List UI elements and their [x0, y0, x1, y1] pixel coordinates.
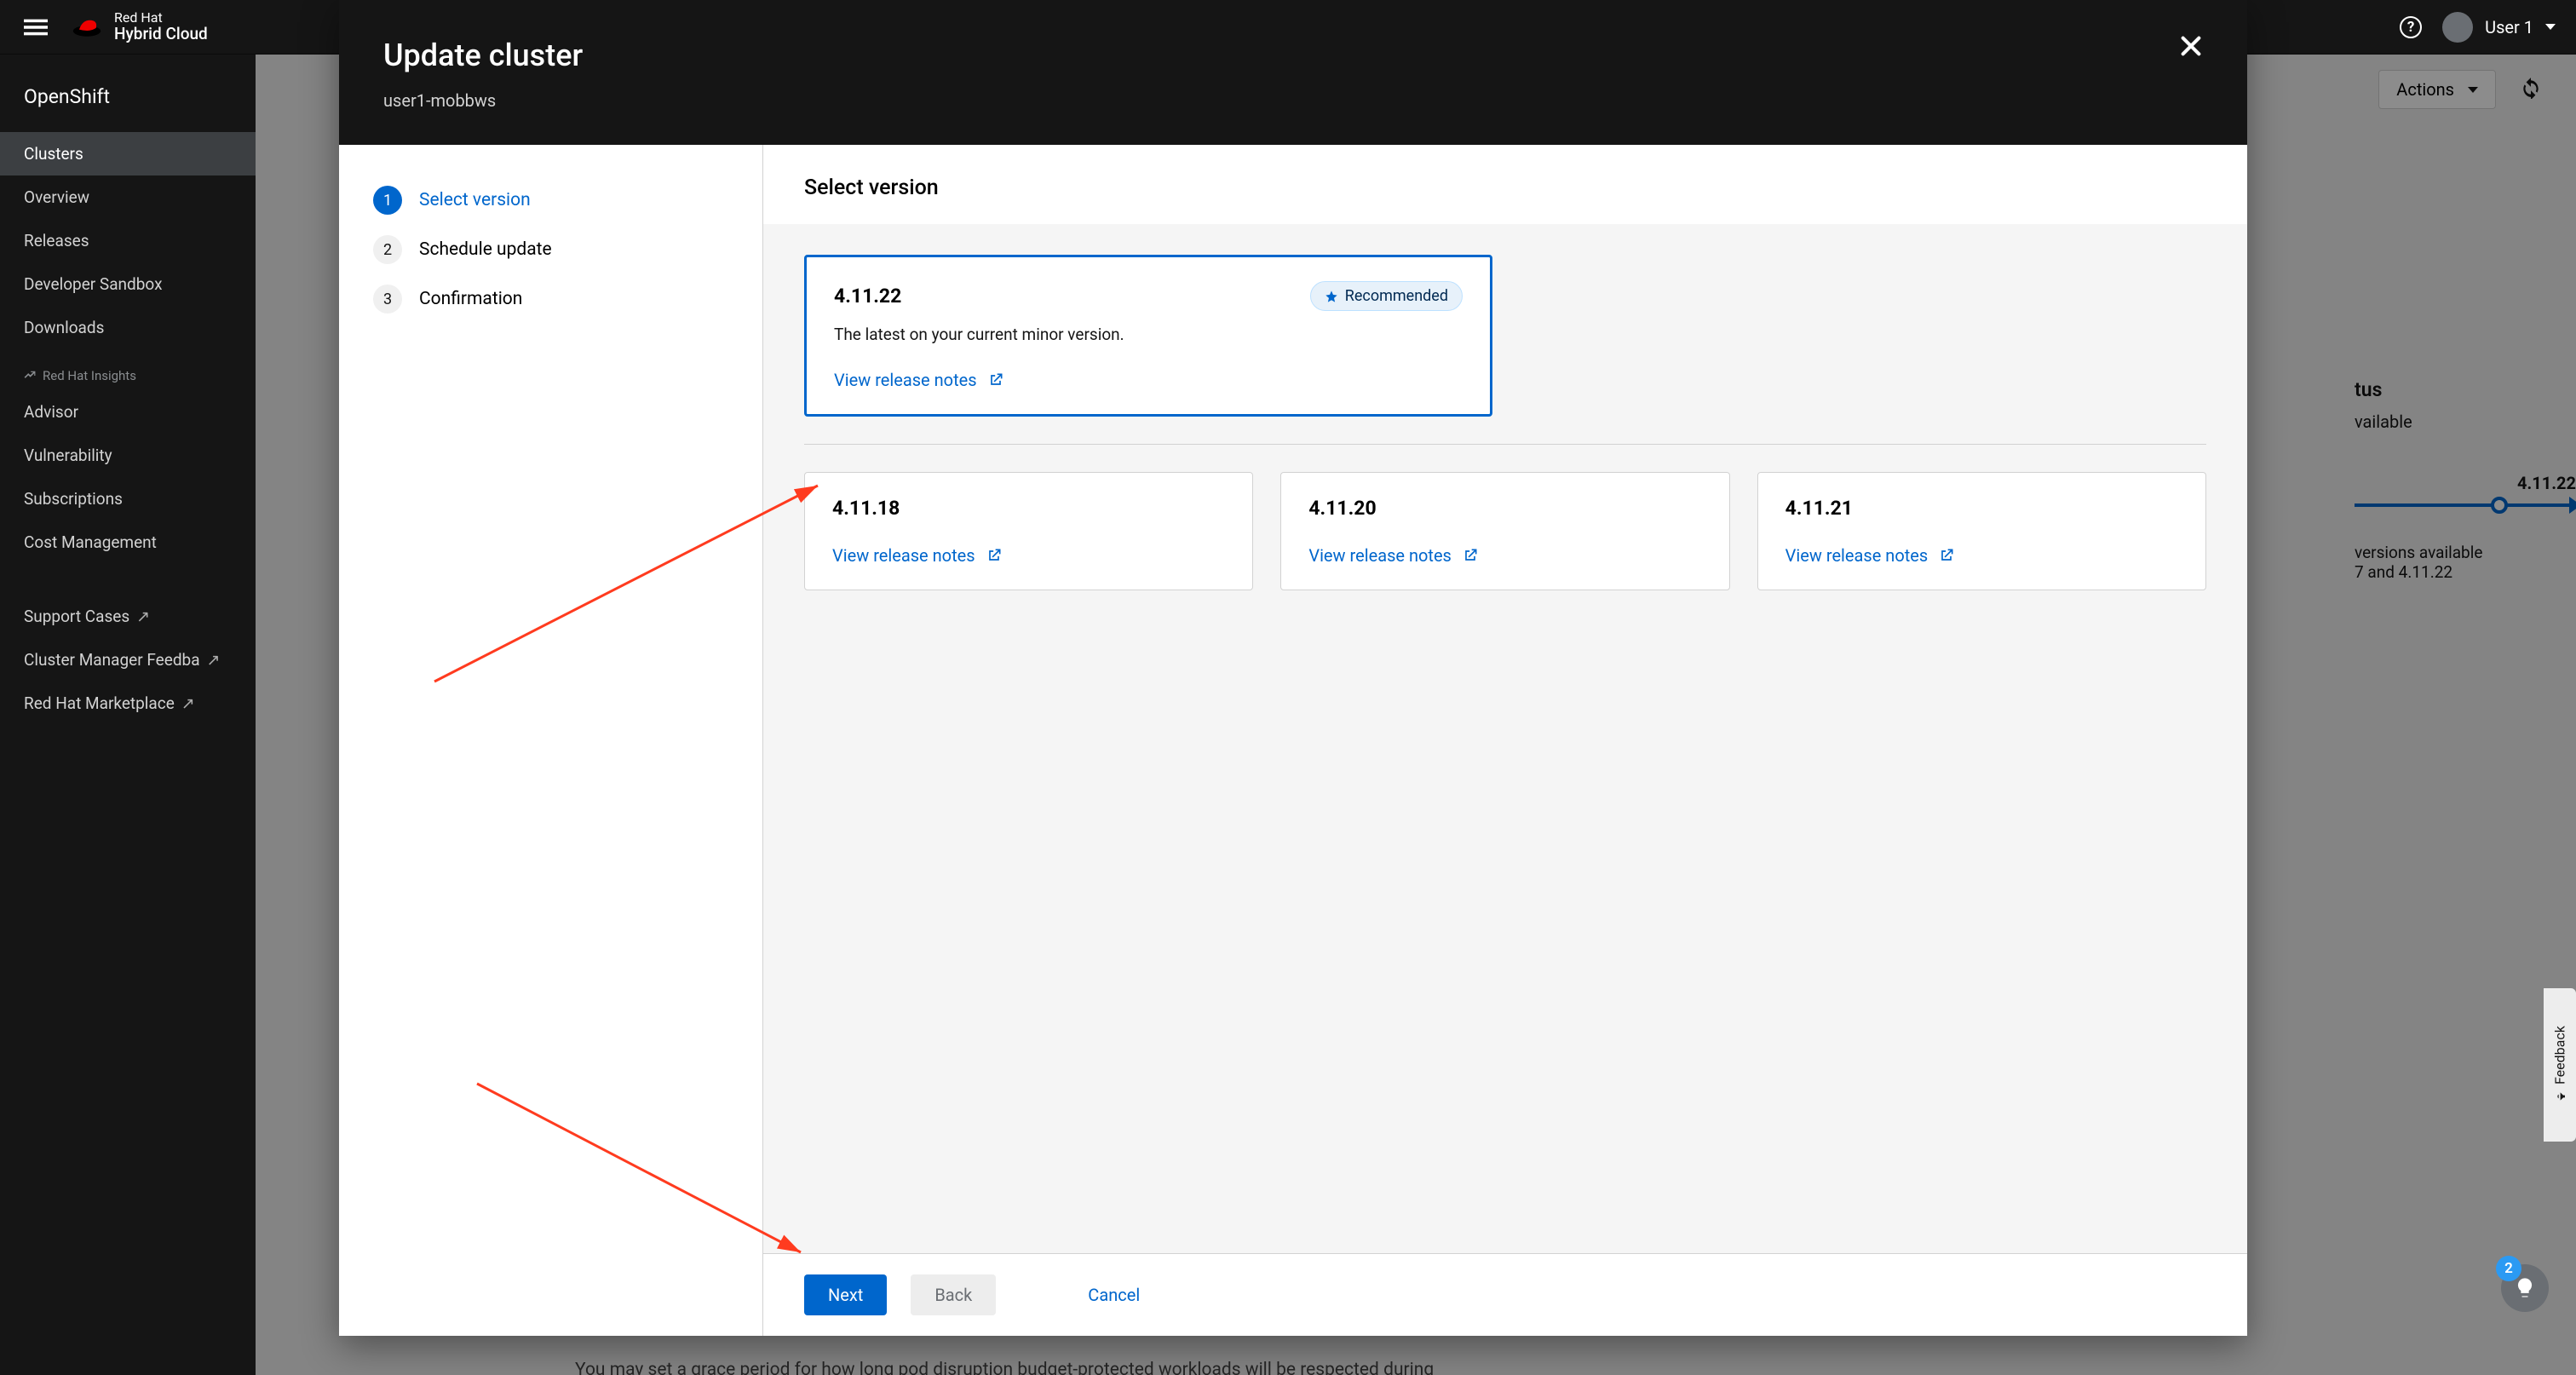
- close-icon: [2179, 34, 2203, 58]
- sidebar-section-insights: Red Hat Insights: [0, 349, 256, 390]
- app-root: Red Hat Hybrid Cloud ? User 1 OpenShift …: [0, 0, 2576, 1375]
- version-number: 4.11.20: [1308, 497, 1701, 520]
- user-menu[interactable]: User 1: [2442, 12, 2556, 43]
- sidebar-item-overview[interactable]: Overview: [0, 175, 256, 219]
- version-desc: The latest on your current minor version…: [834, 325, 1463, 344]
- sidebar-item-cluster-manager-feedback[interactable]: Cluster Manager Feedba↗: [0, 638, 256, 682]
- wizard-step-confirmation[interactable]: 3 Confirmation: [373, 274, 728, 324]
- brand-line2: Hybrid Cloud: [114, 26, 208, 43]
- brand-logo: Red Hat Hybrid Cloud: [72, 10, 208, 43]
- feedback-tab[interactable]: Feedback: [2544, 988, 2576, 1142]
- avatar: [2442, 12, 2473, 43]
- wizard-nav: 1 Select version 2 Schedule update 3 Con…: [339, 145, 763, 1336]
- cancel-button[interactable]: Cancel: [1074, 1274, 1153, 1315]
- external-link-icon: ↗: [181, 693, 195, 713]
- release-notes-link[interactable]: View release notes: [832, 545, 1225, 566]
- sidebar-item-downloads[interactable]: Downloads: [0, 306, 256, 349]
- external-link-icon: [986, 547, 1003, 564]
- wizard-footer: Next Back Cancel: [763, 1253, 2247, 1336]
- wizard-panel-title: Select version: [763, 145, 2247, 224]
- version-card[interactable]: 4.11.21 View release notes: [1757, 472, 2206, 590]
- sidebar: OpenShift Clusters Overview Releases Dev…: [0, 55, 256, 1375]
- sidebar-item-developer-sandbox[interactable]: Developer Sandbox: [0, 262, 256, 306]
- sidebar-item-redhat-marketplace[interactable]: Red Hat Marketplace↗: [0, 682, 256, 725]
- recommended-badge: Recommended: [1310, 281, 1463, 311]
- sidebar-item-releases[interactable]: Releases: [0, 219, 256, 262]
- help-icon[interactable]: ?: [2400, 16, 2422, 38]
- back-button[interactable]: Back: [911, 1274, 996, 1315]
- recommendations-button[interactable]: 2: [2501, 1264, 2549, 1312]
- megaphone-icon: [2553, 1090, 2567, 1103]
- user-name: User 1: [2485, 17, 2533, 37]
- version-number: 4.11.21: [1785, 497, 2178, 520]
- notification-badge: 2: [2496, 1256, 2521, 1281]
- version-card[interactable]: 4.11.18 View release notes: [804, 472, 1253, 590]
- hamburger-menu-button[interactable]: [20, 12, 51, 43]
- sidebar-item-support-cases[interactable]: Support Cases↗: [0, 595, 256, 638]
- next-button[interactable]: Next: [804, 1274, 887, 1315]
- release-notes-link[interactable]: View release notes: [1308, 545, 1701, 566]
- external-link-icon: ↗: [136, 607, 150, 626]
- external-link-icon: ↗: [207, 650, 221, 670]
- wizard-step-schedule-update[interactable]: 2 Schedule update: [373, 225, 728, 274]
- external-link-icon: [1938, 547, 1955, 564]
- sidebar-item-clusters[interactable]: Clusters: [0, 132, 256, 175]
- lightbulb-icon: [2513, 1276, 2537, 1300]
- chevron-down-icon: [2545, 24, 2556, 30]
- product-name: OpenShift: [0, 78, 256, 132]
- version-card[interactable]: 4.11.20 View release notes: [1280, 472, 1729, 590]
- modal-subtitle: user1-mobbws: [383, 90, 2203, 111]
- divider: [804, 444, 2206, 445]
- wizard-step-select-version[interactable]: 1 Select version: [373, 175, 728, 225]
- external-link-icon: [987, 371, 1004, 388]
- release-notes-link[interactable]: View release notes: [1785, 545, 2178, 566]
- sidebar-item-subscriptions[interactable]: Subscriptions: [0, 477, 256, 521]
- modal-close-button[interactable]: [2179, 34, 2213, 68]
- redhat-fedora-icon: [72, 15, 102, 37]
- version-number: 4.11.18: [832, 497, 1225, 520]
- version-number: 4.11.22: [834, 285, 901, 308]
- version-card-selected[interactable]: 4.11.22 Recommended The latest on your c…: [804, 255, 1492, 417]
- sidebar-item-advisor[interactable]: Advisor: [0, 390, 256, 434]
- external-link-icon: [1462, 547, 1479, 564]
- modal-header: Update cluster user1-mobbws: [339, 0, 2247, 145]
- star-icon: [1325, 290, 1338, 303]
- release-notes-link[interactable]: View release notes: [834, 370, 1463, 390]
- modal-title: Update cluster: [383, 37, 2203, 73]
- sidebar-item-vulnerability[interactable]: Vulnerability: [0, 434, 256, 477]
- arrow-trend-icon: [24, 370, 36, 382]
- update-cluster-modal: Update cluster user1-mobbws 1 Select ver…: [339, 0, 2247, 1336]
- sidebar-item-cost-management[interactable]: Cost Management: [0, 521, 256, 564]
